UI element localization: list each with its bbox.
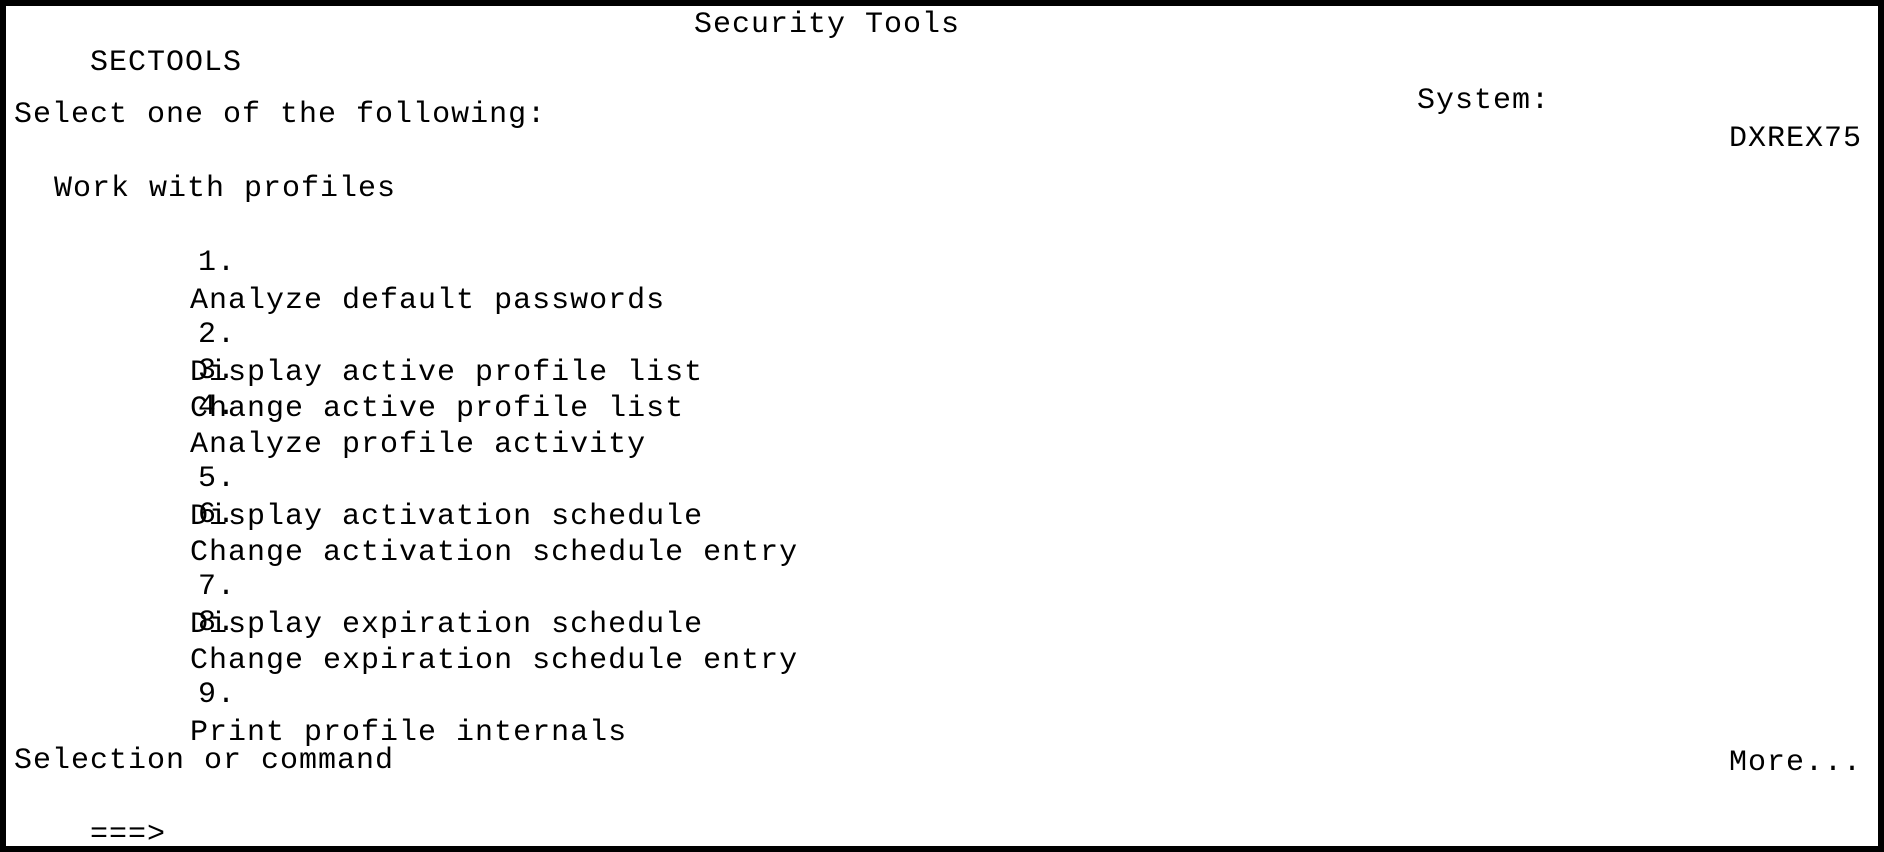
menu-option-number: 1. — [190, 244, 236, 282]
command-arrow: ===> — [90, 818, 166, 852]
select-one-prompt: Select one of the following: — [14, 96, 1870, 134]
group-heading-work-with-profiles: Work with profiles — [14, 170, 1870, 208]
menu-option-number: 6. — [190, 496, 236, 534]
command-line[interactable]: ===> — [14, 778, 1870, 852]
page-title: Security Tools — [694, 6, 960, 44]
menu-option-number: 4. — [190, 388, 236, 426]
command-input[interactable] — [170, 816, 1884, 852]
menu-option-number: 8. — [190, 604, 236, 642]
selection-label: Selection or command — [14, 742, 1870, 780]
terminal-screen: SECTOOLS Security Tools System: DXREX75 … — [0, 0, 1884, 852]
